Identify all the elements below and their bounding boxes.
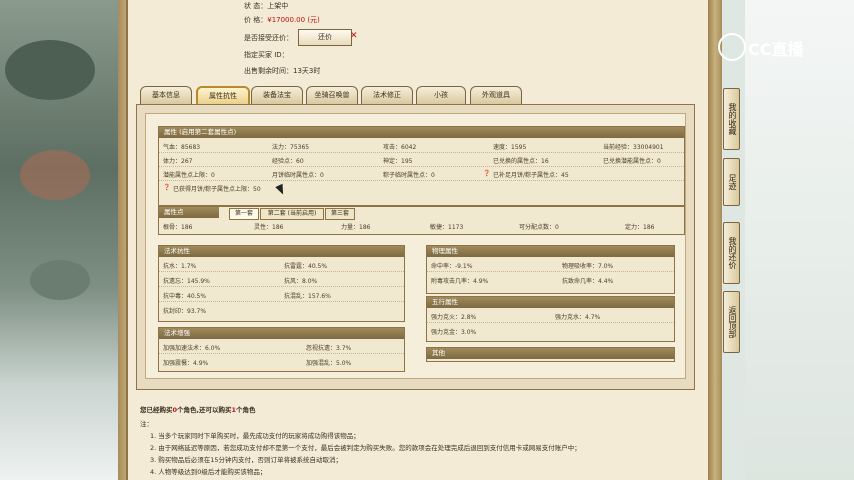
tab-spell-mods[interactable]: 法术修正 bbox=[361, 86, 413, 104]
note-line: 1. 当多个玩家同时下单购买时，最先成功支付的玩家将成功购得该物品； bbox=[150, 432, 360, 440]
resist-panel: 法术抗性 抗水：1.7% 抗雷霆：40.5% 抗遗忘：145.9% 抗风：8.0… bbox=[158, 245, 405, 322]
help-icon[interactable]: ❓ bbox=[483, 170, 490, 177]
cc-live-logo: CC直播 bbox=[718, 33, 830, 61]
physical-header: 物理属性 bbox=[427, 246, 674, 257]
note-line: 4. 人物等级达到0级后才能购买该物品； bbox=[150, 468, 267, 476]
attributes-header: 属性 (启用第二套属性点) bbox=[159, 127, 684, 138]
tab-content-inner: 属性 (启用第二套属性点) 气血：85683 法力：75365 攻击：6042 … bbox=[145, 113, 686, 379]
close-icon[interactable]: ✕ bbox=[350, 31, 358, 41]
status-value: 上架中 bbox=[267, 2, 289, 10]
sidebar-back-to-top[interactable]: 返回顶部 bbox=[723, 291, 740, 353]
resist-header: 法术抗性 bbox=[159, 246, 404, 257]
buyer-id-label: 指定买家 ID： bbox=[244, 51, 289, 59]
tab-mounts-pets[interactable]: 坐骑召唤兽 bbox=[306, 86, 358, 104]
price-row: 价 格：¥17000.00 (元) bbox=[244, 16, 320, 24]
points-header: 属性点 bbox=[159, 207, 219, 218]
note-line: 2. 由于网络延迟等原因，若您成功支付却不是第一个支付，最后会被判定为购买失败。… bbox=[150, 444, 581, 452]
physical-panel: 物理属性 命中率：-9.1% 物理吸收率：7.0% 附毒攻击几率：4.9% 抗致… bbox=[426, 245, 675, 294]
wuxing-header: 五行属性 bbox=[427, 297, 674, 308]
tab-children[interactable]: 小孩 bbox=[416, 86, 466, 104]
sidebar-favorites[interactable]: 我的收藏 bbox=[723, 88, 740, 150]
enhance-header: 法术增强 bbox=[159, 328, 404, 339]
notes-title: 注： bbox=[140, 420, 153, 428]
sidebar-my-offers[interactable]: 我的还价 bbox=[723, 222, 740, 284]
left-background bbox=[0, 0, 118, 480]
wuxing-panel: 五行属性 强力克火：2.8% 强力克水：4.7% 强力克金：3.0% bbox=[426, 296, 675, 342]
purchase-summary: 您已经购买0个角色,还可以购买1个角色 bbox=[140, 406, 256, 414]
note-line: 3. 购买物品后必须在15分钟内支付，否则订单将被系统自动取消； bbox=[150, 456, 343, 464]
counter-offer-label: 是否接受还价： bbox=[244, 34, 293, 42]
counter-offer-button[interactable]: 还价 bbox=[298, 29, 352, 46]
other-panel: 其他 bbox=[426, 347, 675, 362]
tab-basic-info[interactable]: 基本信息 bbox=[140, 86, 192, 104]
logo-icon bbox=[718, 33, 746, 61]
right-frame bbox=[708, 0, 722, 480]
sidebar-history[interactable]: 足迹 bbox=[723, 158, 740, 206]
tab-appearance[interactable]: 外观道具 bbox=[470, 86, 522, 104]
other-header: 其他 bbox=[427, 348, 674, 359]
enhance-panel: 法术增强 加强加速法术：6.0% 忽视抗遗：3.7% 加强震慑：4.9% 加强混… bbox=[158, 327, 405, 372]
tab-equipment[interactable]: 装备法宝 bbox=[251, 86, 303, 104]
points-panel: 属性点 第一套 第二套 (当前启用) 第三套 根骨：186 灵性：186 力量：… bbox=[158, 206, 685, 235]
tab-content: 属性 (启用第二套属性点) 气血：85683 法力：75365 攻击：6042 … bbox=[136, 104, 695, 390]
time-left-row: 出售剩余时间：13天3时 bbox=[244, 67, 321, 75]
right-background bbox=[745, 0, 854, 480]
status-row: 状 态：上架中 bbox=[244, 2, 289, 10]
price-value: ¥17000.00 (元) bbox=[267, 16, 320, 24]
attributes-panel: 属性 (启用第二套属性点) 气血：85683 法力：75365 攻击：6042 … bbox=[158, 126, 685, 206]
help-icon[interactable]: ❓ bbox=[163, 184, 170, 191]
